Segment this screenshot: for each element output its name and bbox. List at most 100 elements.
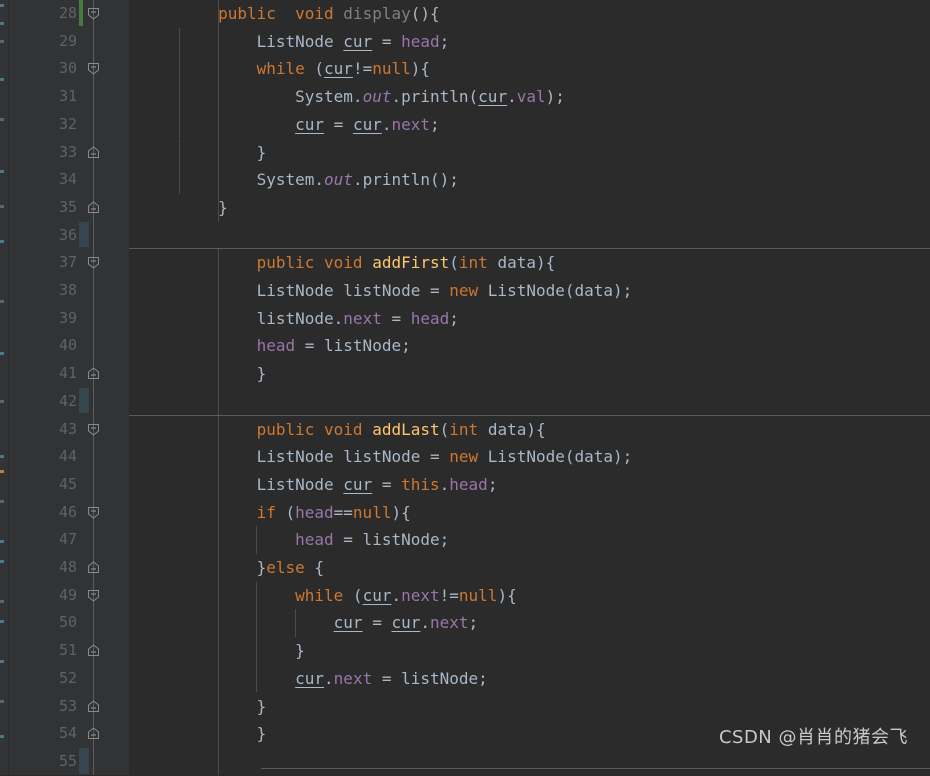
line-number[interactable]: 49 [33,582,77,610]
code-line[interactable]: } [129,693,930,721]
error-stripe-mark[interactable] [0,300,4,303]
line-number[interactable]: 40 [33,332,77,360]
error-stripe-mark[interactable] [0,22,4,25]
line-number[interactable]: 34 [33,166,77,194]
error-stripe-mark[interactable] [0,205,4,208]
fold-collapse-icon[interactable] [87,62,100,75]
line-number[interactable]: 37 [33,249,77,277]
line-number[interactable]: 50 [33,609,77,637]
vcs-change-marker[interactable] [79,222,89,248]
error-stripe-mark[interactable] [0,240,4,243]
code-line[interactable] [129,748,930,775]
code-line[interactable]: ListNode cur = head; [129,28,930,56]
error-stripe-mark[interactable] [0,400,4,403]
vcs-change-marker[interactable] [79,748,89,774]
code-line[interactable]: cur.next = listNode; [129,665,930,693]
code-token: head [411,309,450,328]
fold-expand-icon[interactable] [87,201,100,214]
code-line[interactable]: cur = cur.next; [129,609,930,637]
vcs-change-marker[interactable] [79,0,83,26]
error-stripe-mark[interactable] [0,455,4,458]
line-number[interactable]: 31 [33,83,77,111]
error-stripe-mark[interactable] [0,540,4,543]
code-line[interactable]: public void addLast(int data){ [129,416,930,444]
error-stripe-mark[interactable] [0,600,4,603]
code-line[interactable]: if (head==null){ [129,499,930,527]
code-line[interactable] [129,388,930,416]
error-stripe-mark[interactable] [0,118,4,121]
error-stripe-mark[interactable] [0,560,4,563]
line-number[interactable]: 41 [33,360,77,388]
code-line[interactable]: ListNode cur = this.head; [129,471,930,499]
code-line[interactable]: listNode.next = head; [129,305,930,333]
line-number[interactable]: 44 [33,443,77,471]
line-number[interactable]: 29 [33,28,77,56]
fold-expand-icon[interactable] [87,561,100,574]
error-stripe-mark[interactable] [0,620,4,623]
line-number[interactable]: 54 [33,720,77,748]
code-line[interactable]: } [129,139,930,167]
fold-expand-icon[interactable] [87,700,100,713]
fold-expand-icon[interactable] [87,727,100,740]
fold-expand-icon[interactable] [87,367,100,380]
fold-collapse-icon[interactable] [87,589,100,602]
code-line[interactable]: } [129,360,930,388]
line-number[interactable]: 53 [33,693,77,721]
error-stripe-mark[interactable] [0,660,4,663]
fold-collapse-icon[interactable] [87,7,100,20]
fold-expand-icon[interactable] [87,146,100,159]
code-line[interactable]: while (cur.next!=null){ [129,582,930,610]
code-line[interactable]: } [129,637,930,665]
code-line[interactable]: public void display(){ [129,0,930,28]
line-number[interactable]: 38 [33,277,77,305]
code-line[interactable] [129,222,930,250]
line-number[interactable]: 30 [33,55,77,83]
error-stripe-mark[interactable] [0,500,4,503]
line-number[interactable]: 46 [33,499,77,527]
error-stripe-mark[interactable] [0,700,4,703]
error-stripe-mark[interactable] [0,735,4,738]
editor-gutter[interactable]: 2829303132333435363738394041424344454647… [9,0,129,775]
line-number[interactable]: 52 [33,665,77,693]
code-line[interactable]: } [129,194,930,222]
line-number[interactable]: 28 [33,0,77,28]
code-token: ){ [391,503,410,522]
fold-expand-icon[interactable] [87,644,100,657]
code-line[interactable]: System.out.println(); [129,166,930,194]
error-stripe-mark[interactable] [0,4,4,7]
line-number[interactable]: 51 [33,637,77,665]
line-number[interactable]: 42 [33,388,77,416]
error-stripe-mark[interactable] [0,352,4,355]
code-line[interactable]: }else { [129,554,930,582]
line-number[interactable]: 48 [33,554,77,582]
line-number[interactable]: 55 [33,748,77,776]
code-editor[interactable]: 2829303132333435363738394041424344454647… [0,0,930,775]
line-number[interactable]: 32 [33,111,77,139]
line-number[interactable]: 43 [33,416,77,444]
fold-collapse-icon[interactable] [87,423,100,436]
error-stripe-mark[interactable] [0,78,4,81]
code-content-area[interactable]: CSDN @肖肖的猪会飞 public void display(){ List… [129,0,930,775]
line-number[interactable]: 33 [33,139,77,167]
code-line[interactable]: head = listNode; [129,332,930,360]
error-stripe-mark[interactable] [0,470,4,473]
error-stripe-mark[interactable] [0,170,4,173]
line-number[interactable]: 35 [33,194,77,222]
code-line[interactable]: System.out.println(cur.val); [129,83,930,111]
code-line[interactable]: } [129,720,930,748]
code-line[interactable]: public void addFirst(int data){ [129,249,930,277]
line-number[interactable]: 36 [33,222,77,250]
error-stripe-sliver[interactable] [0,0,9,775]
line-number[interactable]: 45 [33,471,77,499]
vcs-change-marker[interactable] [79,388,89,414]
error-stripe-mark[interactable] [0,40,4,43]
code-line[interactable]: while (cur!=null){ [129,55,930,83]
code-line[interactable]: ListNode listNode = new ListNode(data); [129,443,930,471]
fold-collapse-icon[interactable] [87,256,100,269]
fold-collapse-icon[interactable] [87,506,100,519]
code-line[interactable]: ListNode listNode = new ListNode(data); [129,277,930,305]
line-number[interactable]: 47 [33,526,77,554]
code-line[interactable]: head = listNode; [129,526,930,554]
line-number[interactable]: 39 [33,305,77,333]
code-line[interactable]: cur = cur.next; [129,111,930,139]
